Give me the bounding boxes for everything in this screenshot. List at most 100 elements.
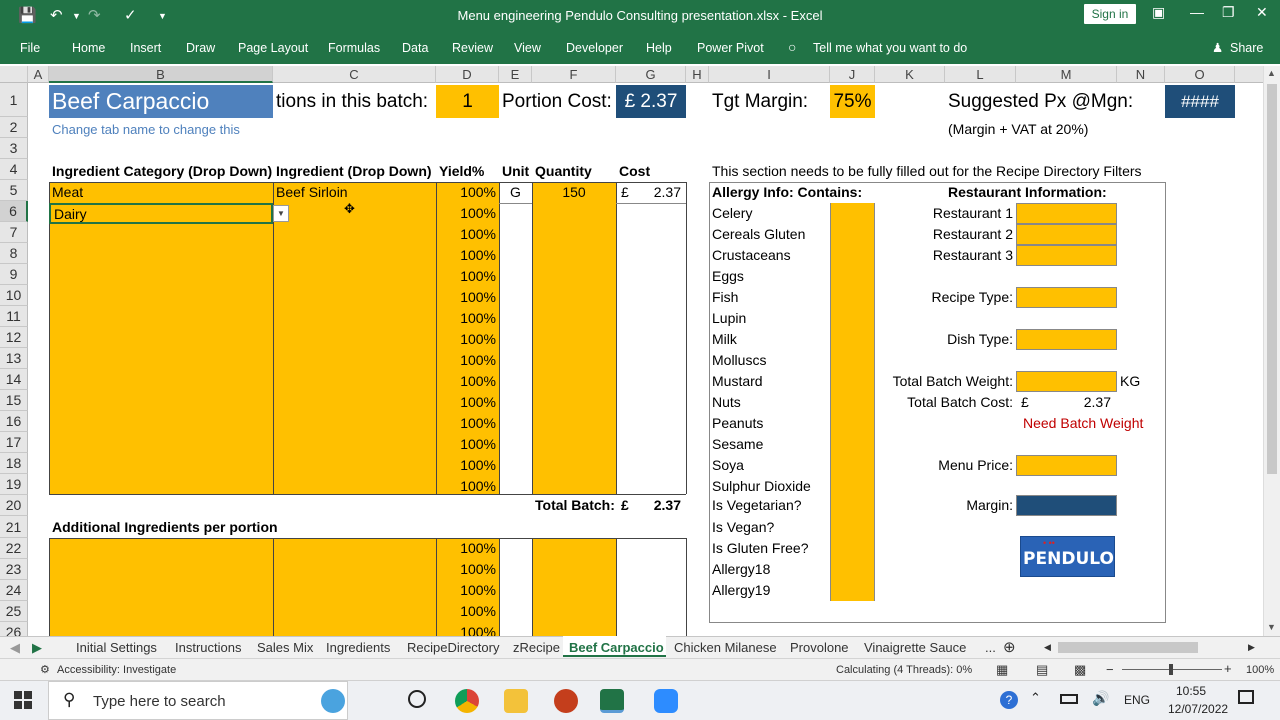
minimize-icon[interactable]: —	[1190, 4, 1204, 20]
row-header[interactable]: 25	[0, 601, 28, 622]
tab-review[interactable]: Review	[452, 41, 493, 55]
row-header[interactable]: 15	[0, 390, 28, 411]
horizontal-scrollbar[interactable]	[1058, 642, 1198, 653]
restaurant-2-input[interactable]	[1016, 224, 1117, 245]
col-header-a[interactable]: A	[28, 66, 49, 83]
save-icon[interactable]: 💾	[18, 6, 37, 24]
sign-in-button[interactable]: Sign in	[1084, 4, 1136, 24]
add-sheet-icon[interactable]: ⊕	[1003, 638, 1016, 656]
row-header[interactable]: 10	[0, 285, 28, 306]
dish-type-input[interactable]	[1016, 329, 1117, 350]
row-header[interactable]: 18	[0, 453, 28, 474]
col-header-j[interactable]: J	[830, 66, 875, 83]
yield-cell[interactable]: 100%	[436, 266, 499, 287]
row-header[interactable]: 23	[0, 559, 28, 580]
ingredient-name-cell[interactable]: Beef Sirloin	[273, 182, 436, 203]
yield-cell[interactable]: 100%	[436, 476, 499, 497]
row-header[interactable]: 12	[0, 327, 28, 348]
ingredient-category-cell[interactable]: Meat	[49, 182, 273, 203]
recipe-name-cell[interactable]: Beef Carpaccio	[49, 85, 273, 118]
category-input-column[interactable]	[49, 182, 273, 494]
col-header-f[interactable]: F	[532, 66, 616, 83]
target-margin-input[interactable]: 75%	[830, 85, 875, 118]
redo-icon[interactable]: ↷	[88, 6, 101, 24]
sheet-tab-recipe-directory[interactable]: RecipeDirectory	[407, 640, 499, 655]
vertical-scrollbar[interactable]: ▲ ▼	[1263, 66, 1280, 636]
battery-icon[interactable]	[1060, 694, 1078, 704]
tab-home[interactable]: Home	[72, 41, 105, 55]
notifications-icon[interactable]	[1238, 690, 1254, 704]
row-header[interactable]: 24	[0, 580, 28, 601]
tray-expand-icon[interactable]: ⌃	[1030, 690, 1041, 706]
yield-cell[interactable]: 100%	[436, 203, 499, 224]
hscroll-right-icon[interactable]: ▶	[1248, 642, 1255, 653]
tab-insert[interactable]: Insert	[130, 41, 161, 55]
yield-cell[interactable]: 100%	[436, 245, 499, 266]
sheet-tab-provolone[interactable]: Provolone	[790, 640, 849, 655]
chrome-icon[interactable]	[455, 689, 479, 713]
excel-icon[interactable]	[600, 689, 624, 713]
yield-cell[interactable]: 100%	[436, 622, 499, 636]
undo-dropdown-icon[interactable]: ▼	[72, 11, 81, 21]
sheet-tab-sales-mix[interactable]: Sales Mix	[257, 640, 313, 655]
powerpoint-icon[interactable]	[554, 689, 578, 713]
taskbar-search-box[interactable]: ⚲ Type here to search	[48, 681, 348, 720]
row-header[interactable]: 8	[0, 243, 28, 264]
col-header-i[interactable]: I	[709, 66, 830, 83]
portions-input[interactable]: 1	[436, 85, 499, 118]
more-sheets-button[interactable]: ...	[985, 640, 996, 655]
sheet-tab-chicken-milanese[interactable]: Chicken Milanese	[674, 640, 777, 655]
quick-access-icon[interactable]: ✓	[124, 6, 137, 24]
total-batch-weight-input[interactable]	[1016, 371, 1117, 392]
tab-draw[interactable]: Draw	[186, 41, 215, 55]
row-header[interactable]: 5	[0, 180, 28, 201]
zoom-in-icon[interactable]: +	[1224, 661, 1232, 676]
allergy-input-column[interactable]	[830, 203, 875, 601]
sheet-nav-prev-icon[interactable]: ◀	[10, 640, 20, 656]
yield-cell[interactable]: 100%	[436, 601, 499, 622]
row-header[interactable]: 2	[0, 117, 28, 138]
yield-cell[interactable]: 100%	[436, 182, 499, 203]
windows-start-icon[interactable]	[14, 691, 32, 709]
accessibility-icon[interactable]: ⚙	[40, 663, 50, 676]
row-header[interactable]: 16	[0, 411, 28, 432]
col-header-e[interactable]: E	[499, 66, 532, 83]
sheet-tab-beef-carpaccio[interactable]: Beef Carpaccio	[569, 640, 664, 655]
tab-developer[interactable]: Developer	[566, 41, 623, 55]
task-view-icon[interactable]	[408, 690, 426, 708]
ingredient-category-cell-selected[interactable]: Dairy	[49, 203, 273, 224]
menu-price-input[interactable]	[1016, 455, 1117, 476]
col-header-h[interactable]: H	[686, 66, 709, 83]
yield-cell[interactable]: 100%	[436, 413, 499, 434]
share-icon[interactable]: ♟	[1212, 40, 1223, 55]
ingredient-input-column[interactable]	[273, 182, 436, 494]
tab-view[interactable]: View	[514, 41, 541, 55]
tab-help[interactable]: Help	[646, 41, 672, 55]
row-header[interactable]: 26	[0, 622, 28, 636]
col-header-k[interactable]: K	[875, 66, 945, 83]
share-button[interactable]: Share	[1230, 41, 1263, 55]
row-header[interactable]: 13	[0, 348, 28, 369]
customize-toolbar-icon[interactable]: ▼	[158, 11, 167, 21]
hscroll-left-icon[interactable]: ◀	[1044, 642, 1051, 653]
normal-view-icon[interactable]: ▦	[996, 662, 1008, 678]
yield-cell[interactable]: 100%	[436, 559, 499, 580]
scroll-thumb[interactable]	[1267, 84, 1277, 474]
yield-cell[interactable]: 100%	[436, 580, 499, 601]
row-header[interactable]: 1	[0, 83, 28, 117]
language-indicator[interactable]: ENG	[1124, 693, 1150, 707]
col-header-d[interactable]: D	[436, 66, 499, 83]
zoom-out-icon[interactable]: −	[1106, 662, 1114, 677]
sheet-tab-instructions[interactable]: Instructions	[175, 640, 241, 655]
row-header[interactable]: 22	[0, 538, 28, 559]
restore-icon[interactable]: ❐	[1222, 4, 1235, 21]
yield-cell[interactable]: 100%	[436, 434, 499, 455]
select-all-corner[interactable]	[0, 66, 28, 83]
col-header-o[interactable]: O	[1165, 66, 1235, 83]
page-break-view-icon[interactable]: ▩	[1074, 662, 1086, 678]
row-header[interactable]: 7	[0, 222, 28, 243]
file-explorer-icon[interactable]	[504, 689, 528, 713]
yield-cell[interactable]: 100%	[436, 538, 499, 559]
yield-cell[interactable]: 100%	[436, 350, 499, 371]
row-header[interactable]: 20	[0, 495, 28, 516]
